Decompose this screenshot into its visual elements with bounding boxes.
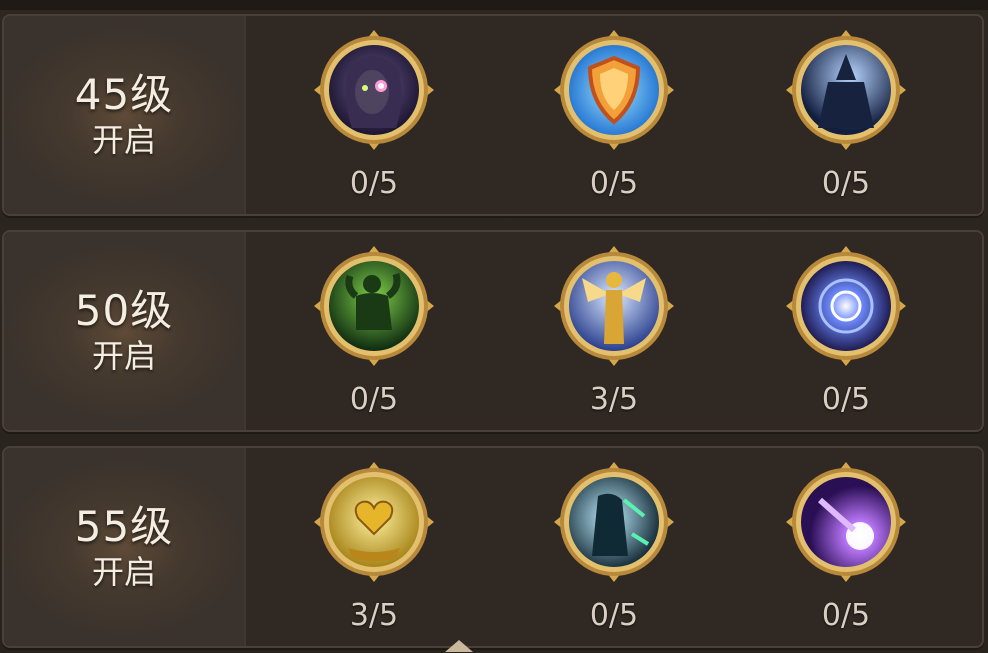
level-requirement: 45级 开启 xyxy=(4,16,244,214)
level-unlock-label: 开启 xyxy=(91,553,156,591)
skill-points: 0/5 xyxy=(589,166,639,201)
healing-heart-icon[interactable] xyxy=(312,460,436,584)
skill-points: 3/5 xyxy=(349,598,399,633)
level-number: 45级 xyxy=(74,70,174,119)
skill-points: 0/5 xyxy=(589,598,639,633)
skill-slot[interactable]: 3/5 xyxy=(304,448,444,638)
skill-slot[interactable]: 0/5 xyxy=(776,448,916,638)
scroll-indicator-icon xyxy=(445,640,473,652)
level-number: 55级 xyxy=(74,502,174,551)
shadow-woman-icon[interactable] xyxy=(312,28,436,152)
level-requirement: 50级 开启 xyxy=(4,232,244,430)
skill-points: 0/5 xyxy=(821,166,871,201)
skill-points: 0/5 xyxy=(821,598,871,633)
panel-top-edge xyxy=(0,0,988,10)
level-number: 50级 xyxy=(74,286,174,335)
arcane-orb-icon[interactable] xyxy=(784,460,908,584)
level-unlock-label: 开启 xyxy=(91,121,156,159)
skill-slot[interactable]: 0/5 xyxy=(544,448,684,638)
strength-man-icon[interactable] xyxy=(312,244,436,368)
level-requirement: 55级 开启 xyxy=(4,448,244,646)
skill-slot[interactable]: 0/5 xyxy=(776,16,916,206)
skill-slot[interactable]: 0/5 xyxy=(544,16,684,206)
skill-slot[interactable]: 0/5 xyxy=(776,232,916,422)
nature-shaman-icon[interactable] xyxy=(552,460,676,584)
level-unlock-label: 开启 xyxy=(91,337,156,375)
energy-vortex-icon[interactable] xyxy=(784,244,908,368)
skill-slot[interactable]: 0/5 xyxy=(304,232,444,422)
skill-points: 0/5 xyxy=(349,382,399,417)
skill-slot[interactable]: 0/5 xyxy=(304,16,444,206)
skill-slot[interactable]: 3/5 xyxy=(544,232,684,422)
skill-points: 3/5 xyxy=(589,382,639,417)
wizard-icon[interactable] xyxy=(784,28,908,152)
skill-points: 0/5 xyxy=(349,166,399,201)
skill-points: 0/5 xyxy=(821,382,871,417)
golden-angel-icon[interactable] xyxy=(552,244,676,368)
talent-panel: 45级 开启 50级 开启 55级 开启 0/5 0/5 0/5 0/5 3/5… xyxy=(0,0,988,653)
shield-icon[interactable] xyxy=(552,28,676,152)
